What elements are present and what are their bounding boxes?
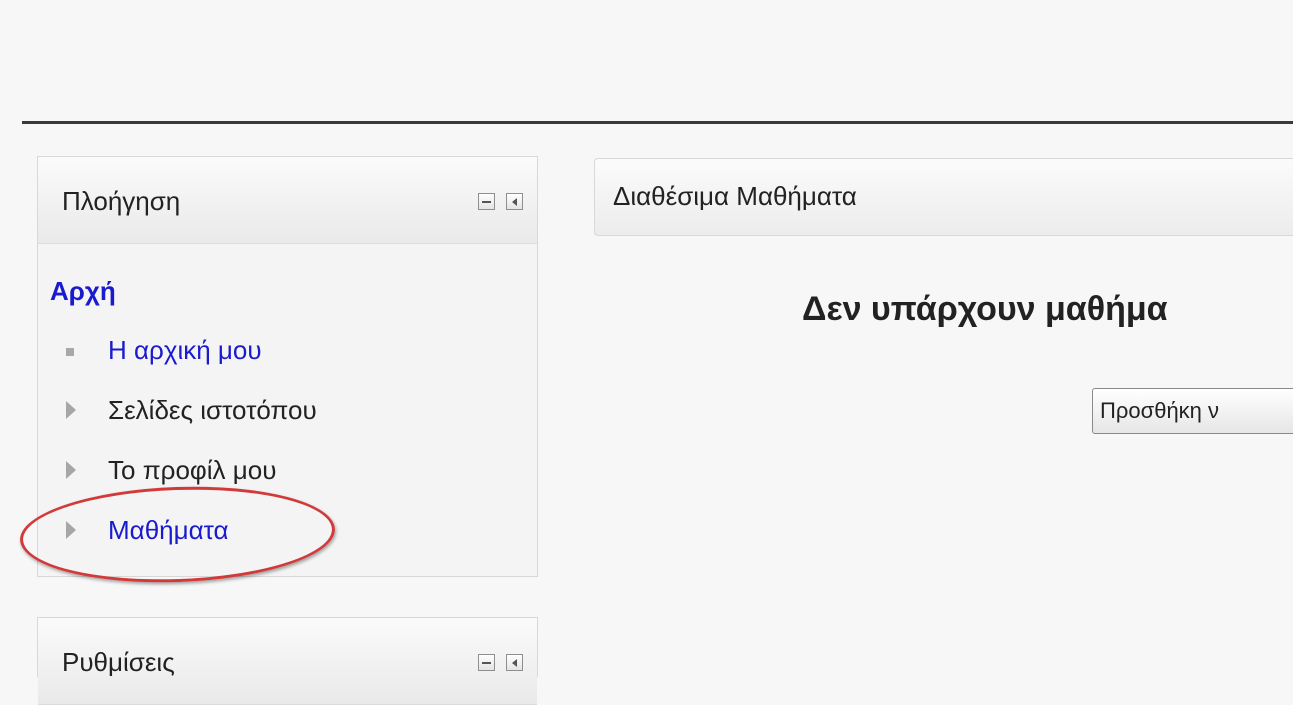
no-courses-message: Δεν υπάρχουν μαθήμα xyxy=(802,290,1168,328)
navigation-block-title: Πλοήγηση xyxy=(62,186,181,216)
expand-arrow-icon[interactable] xyxy=(66,401,76,419)
nav-home-link[interactable]: Αρχή xyxy=(50,276,116,307)
page-header-divider xyxy=(22,121,1293,124)
settings-block: Ρυθμίσεις xyxy=(37,617,538,705)
nav-item-label[interactable]: Το προφίλ μου xyxy=(108,455,276,486)
nav-item-my-home[interactable]: Η αρχική μου xyxy=(38,329,537,389)
nav-item-site-pages[interactable]: Σελίδες ιστοτόπου xyxy=(38,389,537,449)
add-course-button[interactable]: Προσθήκη ν xyxy=(1092,388,1293,434)
expand-arrow-icon[interactable] xyxy=(66,461,76,479)
navigation-block-actions xyxy=(478,193,523,210)
nav-item-label[interactable]: Σελίδες ιστοτόπου xyxy=(108,395,317,426)
settings-block-header: Ρυθμίσεις xyxy=(38,618,537,705)
settings-block-title: Ρυθμίσεις xyxy=(62,647,175,677)
square-bullet-icon xyxy=(66,345,74,356)
available-courses-title: Διαθέσιμα Μαθήματα xyxy=(613,181,857,211)
available-courses-header: Διαθέσιμα Μαθήματα xyxy=(594,158,1293,236)
nav-item-label[interactable]: Η αρχική μου xyxy=(108,335,262,366)
dock-block-icon[interactable] xyxy=(506,654,523,671)
navigation-block-header: Πλοήγηση xyxy=(38,157,537,244)
settings-block-actions xyxy=(478,654,523,671)
collapse-block-icon[interactable] xyxy=(478,193,495,210)
dock-block-icon[interactable] xyxy=(506,193,523,210)
collapse-block-icon[interactable] xyxy=(478,654,495,671)
